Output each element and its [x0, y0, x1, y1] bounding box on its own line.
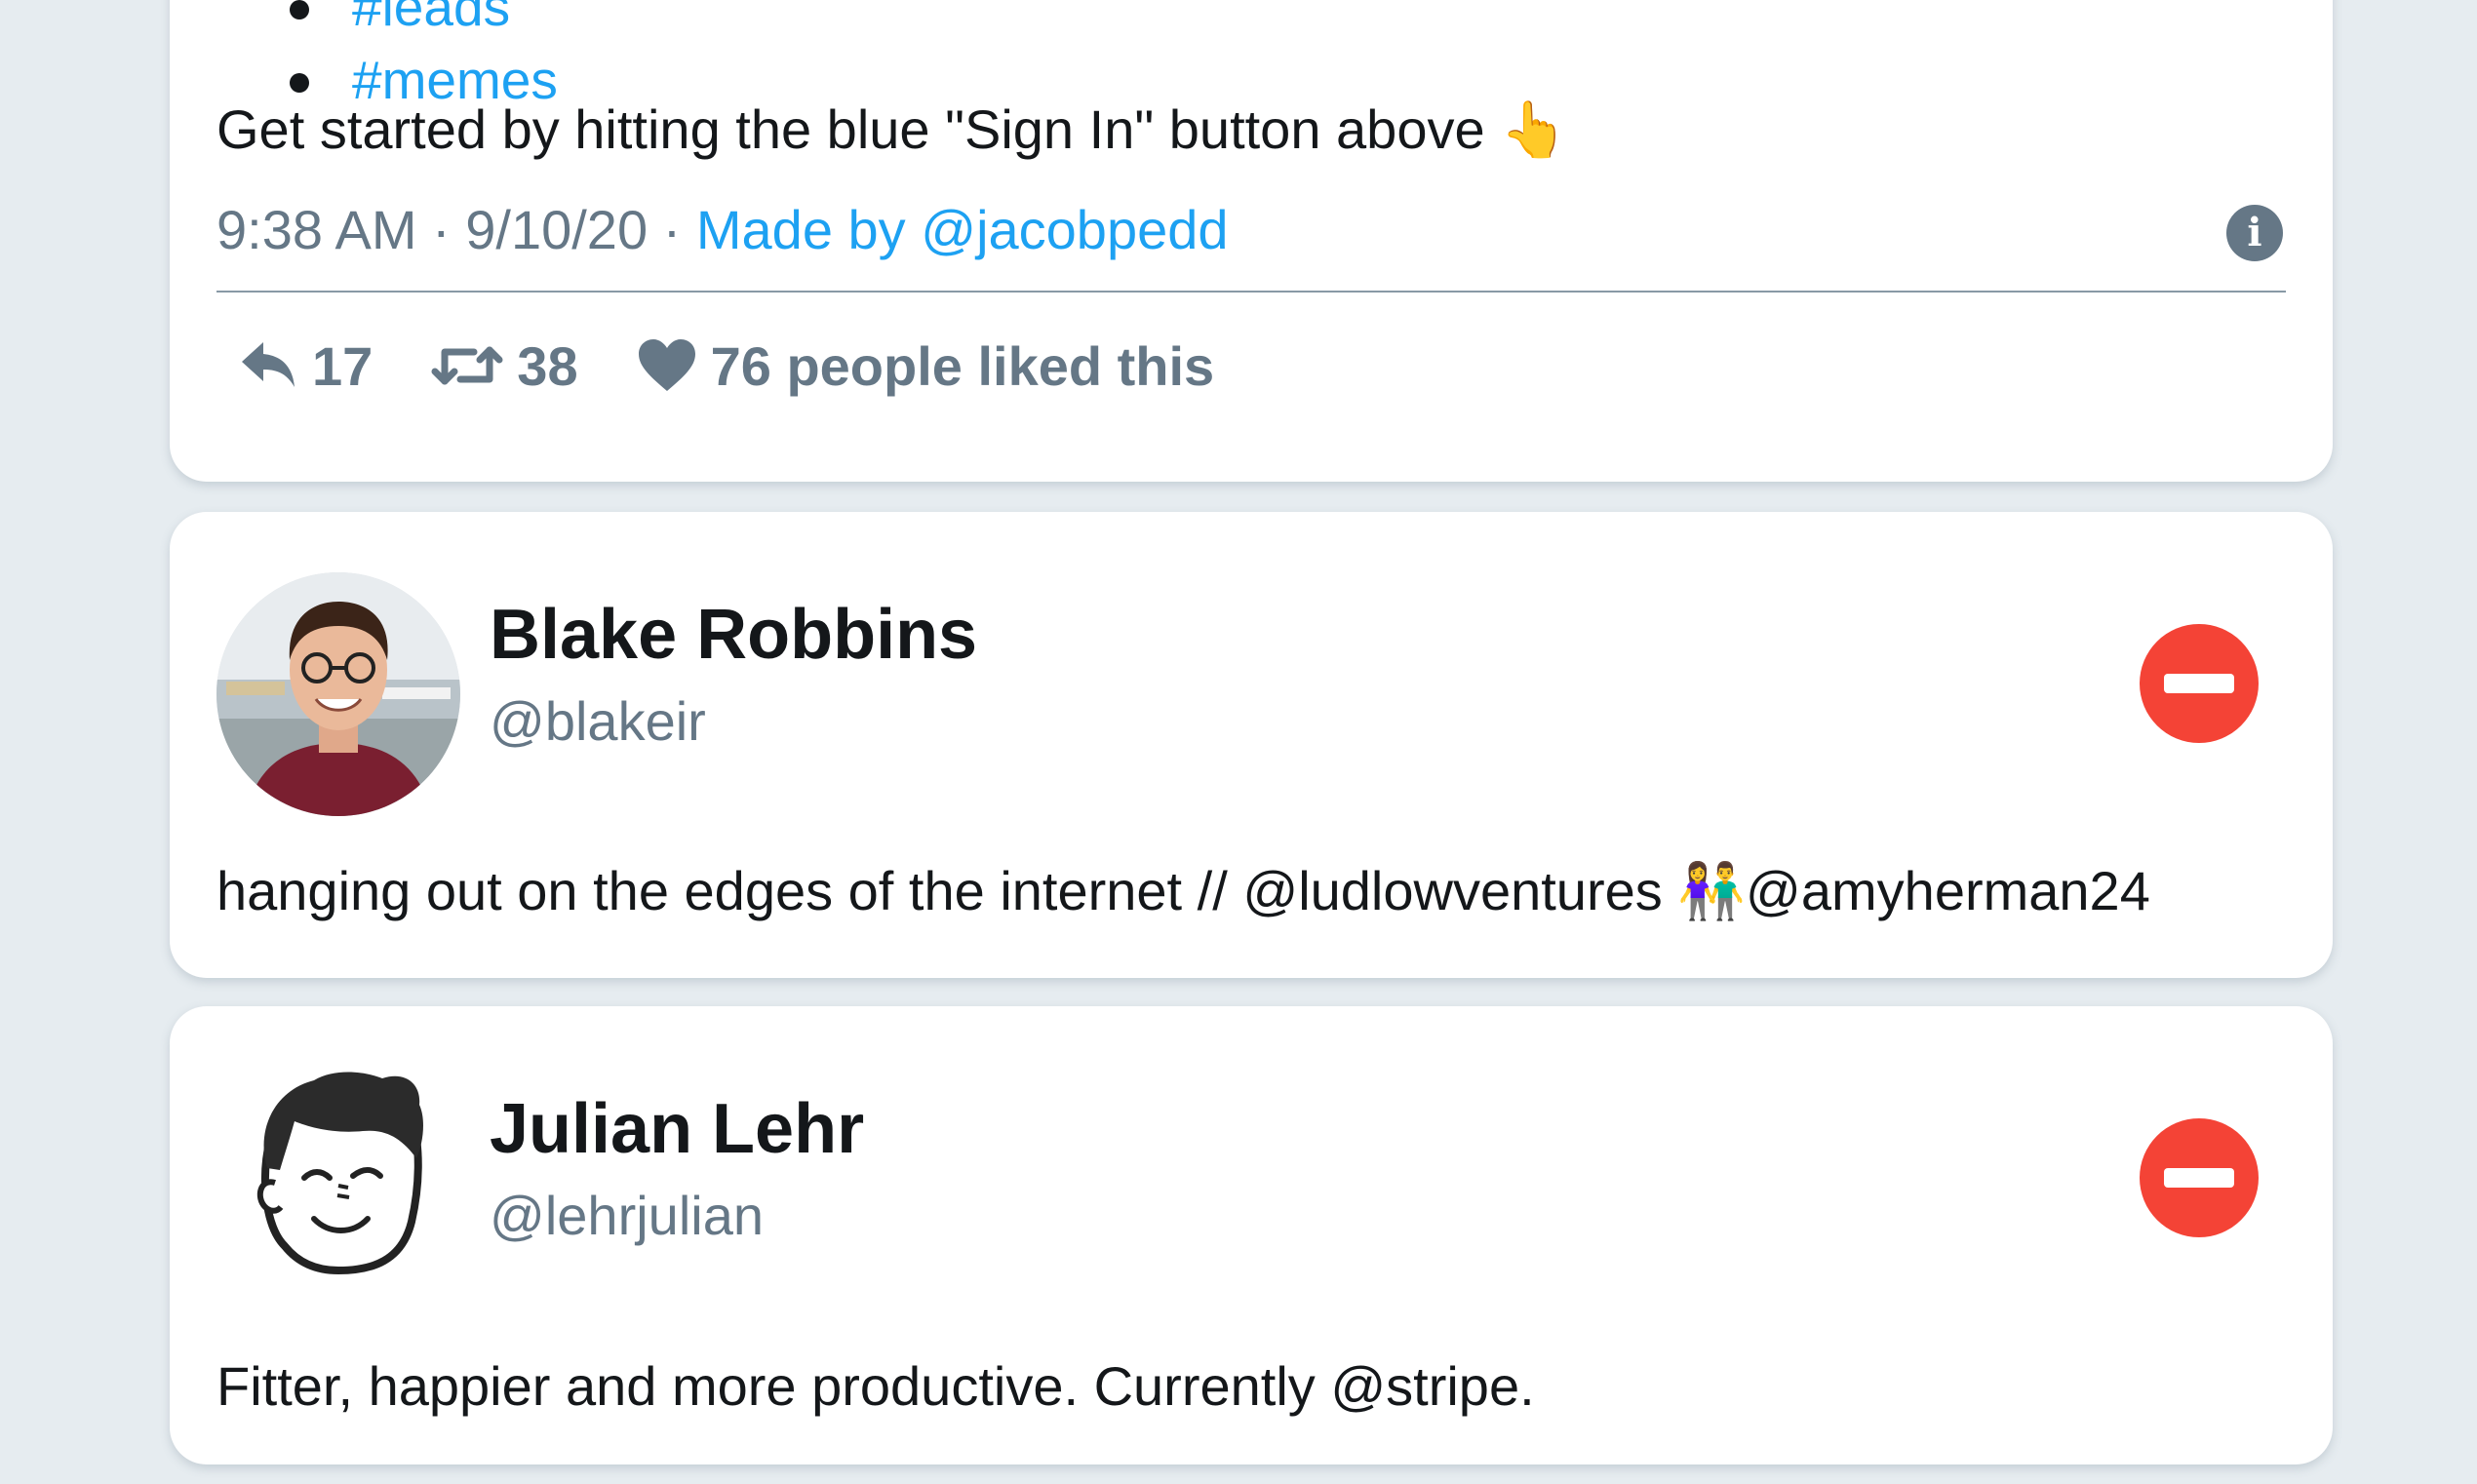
divider: [216, 291, 2286, 293]
hashtag-link[interactable]: #leads: [290, 0, 558, 44]
remove-icon[interactable]: [2140, 1118, 2259, 1237]
photo-avatar[interactable]: [216, 572, 460, 816]
remove-icon[interactable]: [2140, 624, 2259, 743]
meta-separator: ·: [432, 199, 466, 260]
avatar-photo-graphic: [216, 572, 460, 816]
heart-icon: [638, 339, 695, 391]
user-card: Blake Robbins @blakeir hanging out on th…: [170, 512, 2333, 978]
like-button[interactable]: 76 people liked this: [637, 334, 1215, 398]
reply-icon: [242, 342, 295, 387]
likes-text: 76 people liked this: [710, 334, 1215, 397]
meta-separator: ·: [662, 199, 696, 260]
tweet-meta: 9:38 AM · 9/10/20 · Made by @jacobpedd: [216, 198, 1229, 261]
tweet-card: #leads #memes Get started by hitting the…: [170, 0, 2333, 482]
tweet-date: 9/10/20: [465, 199, 649, 260]
user-name[interactable]: Blake Robbins: [490, 595, 977, 675]
user-bio: hanging out on the edges of the internet…: [216, 860, 2150, 921]
user-handle[interactable]: @blakeir: [490, 689, 706, 753]
user-bio: Fitter, happier and more productive. Cur…: [216, 1355, 1535, 1417]
user-handle[interactable]: @lehrjulian: [490, 1184, 764, 1247]
avatar-cartoon-graphic: [256, 1072, 423, 1275]
tweet-text: Get started by hitting the blue "Sign In…: [216, 98, 1568, 160]
cartoon-avatar[interactable]: [216, 1061, 460, 1305]
retweet-button[interactable]: 38: [431, 334, 578, 398]
tweet-time: 9:38 AM: [216, 199, 417, 260]
made-by-link[interactable]: Made by @jacobpedd: [696, 199, 1229, 260]
retweet-icon: [431, 346, 503, 385]
tweet-actions: 17 38 76 people liked this: [238, 322, 1273, 410]
info-icon[interactable]: i: [2226, 205, 2283, 261]
reply-button[interactable]: 17: [238, 334, 373, 398]
user-name[interactable]: Julian Lehr: [490, 1089, 864, 1169]
user-card: Julian Lehr @lehrjulian Fitter, happier …: [170, 1006, 2333, 1464]
reply-count: 17: [312, 334, 374, 397]
retweet-count: 38: [517, 334, 578, 397]
